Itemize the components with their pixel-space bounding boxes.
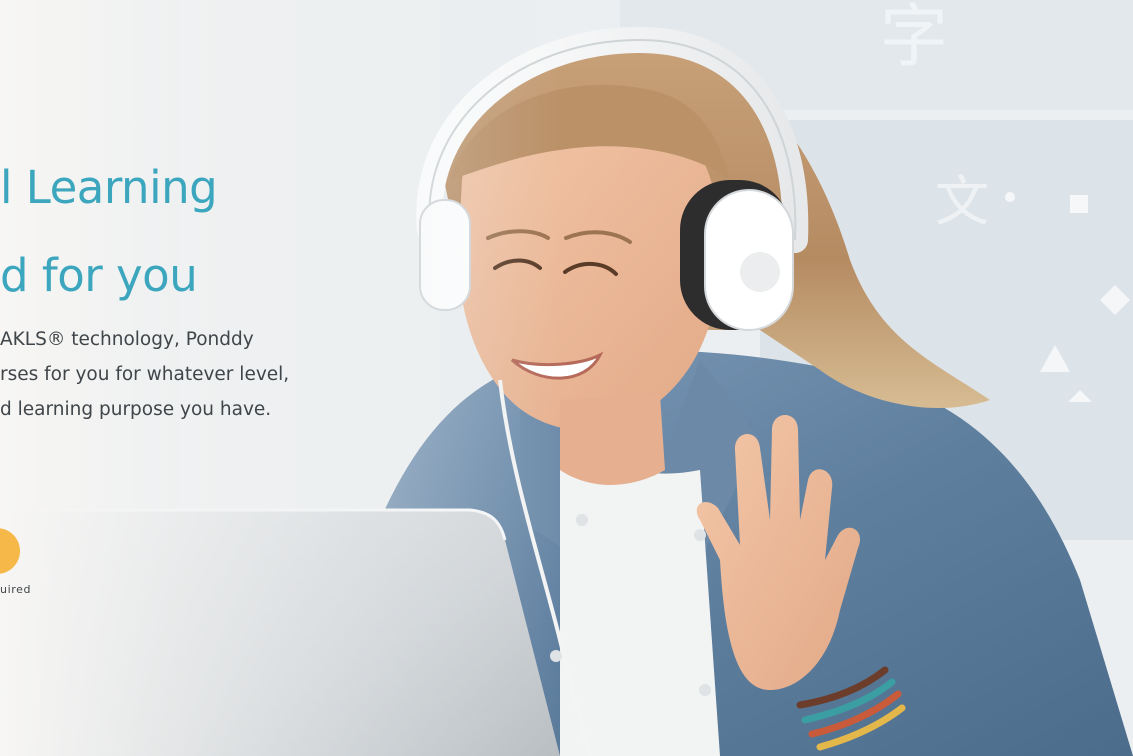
description-line-3: d learning purpose you have. [0, 399, 272, 420]
hero-description: AKLS® technology, Ponddy rses for you fo… [0, 322, 380, 427]
description-line-1: AKLS® technology, Ponddy [0, 329, 254, 350]
cta-note: uired [0, 583, 32, 596]
headline-line-2: d for you [0, 249, 198, 302]
description-line-2: rses for you for whatever level, [0, 364, 290, 385]
headline-line-1: l Learning [0, 161, 218, 214]
background-glyph-wen: 文 [935, 170, 989, 233]
background-glyph-zi: 字 [880, 0, 948, 77]
hero-banner: 字 文 l Learning d for you AKLS® technolog… [0, 0, 1133, 756]
